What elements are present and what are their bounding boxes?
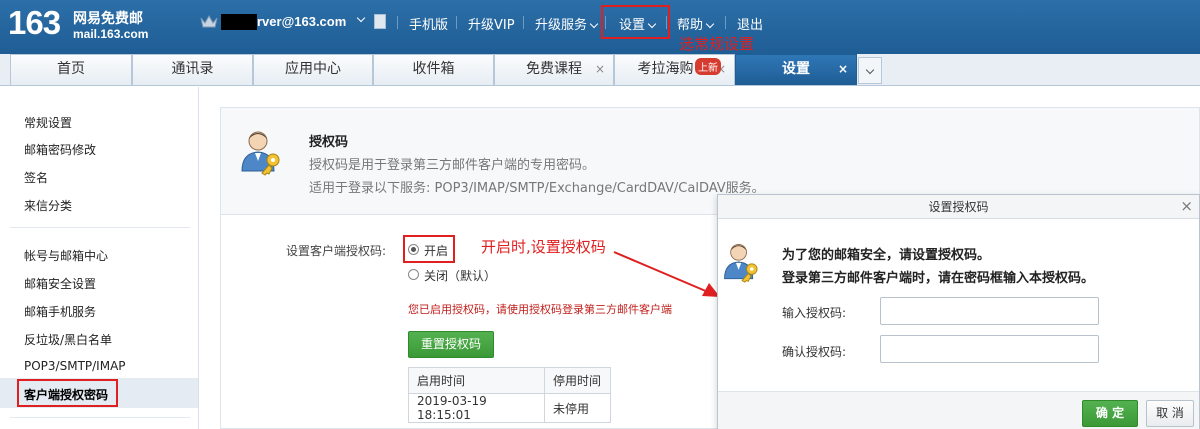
set-auth-code-dialog: 设置授权码 × 为了您的邮箱安全，请设置授权码。 登录第三方邮件客户端时，请在密… [717,194,1200,429]
section-services: 适用于登录以下服务: POP3/IMAP/SMTP/Exchange/CardD… [309,181,765,196]
sidebar-item-pop3[interactable]: POP3/SMTP/IMAP [24,359,126,373]
auth-history-table: 启用时间 停用时间 2019-03-19 18:15:01 未停用 [408,367,611,423]
sidebar-item-mail-filter[interactable]: 来信分类 [24,197,72,214]
table-row: 2019-03-19 18:15:01 未停用 [408,393,611,423]
table-cell: 未停用 [544,393,611,423]
tab-label: 免费课程 [526,61,582,77]
tab-contacts[interactable]: 通讯录 [132,54,253,85]
tab-label: 应用中心 [285,61,341,77]
radio-disable[interactable] [408,269,419,280]
sidebar-item-signature[interactable]: 签名 [24,169,48,186]
user-key-icon [241,131,280,176]
logo-name[interactable]: 网易免费邮 [73,8,143,28]
sidebar-item-phone-service[interactable]: 邮箱手机服务 [24,303,96,320]
enable-highlight-box [403,235,455,263]
nav-help[interactable]: 帮助 [677,14,715,33]
nav-upgrade-service[interactable]: 升级服务 [535,14,599,33]
sidebar-item-security[interactable]: 邮箱安全设置 [24,275,96,292]
crown-icon[interactable] [200,14,218,30]
section-description: 授权码是用于登录第三方邮件客户端的专用密码。 [309,158,596,173]
column-enabled-time: 启用时间 [408,367,545,394]
close-icon[interactable]: × [595,55,605,84]
confirm-auth-code-label: 确认授权码: [782,345,847,359]
sidebar-divider [10,417,190,418]
radio-disable-label[interactable]: 关闭（默认） [424,267,496,284]
settings-highlight-box [601,5,670,39]
tab-label: 收件箱 [412,61,455,77]
user-key-icon [724,243,758,283]
nav-divider [725,16,726,29]
enabled-warning: 您已启用授权码，请使用授权码登录第三方邮件客户端 [408,303,672,316]
input-auth-code-label: 输入授权码: [782,306,847,320]
tab-settings[interactable]: 设置 × [735,54,857,85]
nav-divider [397,16,398,29]
confirm-auth-code-input[interactable] [880,335,1099,363]
tab-label: 通讯录 [171,61,214,77]
auth-code-label: 设置客户端授权码: [286,244,387,258]
nav-upgrade-service-label: 升级服务 [535,18,588,33]
sidebar-item-password[interactable]: 邮箱密码修改 [24,141,96,158]
tab-label: 设置 [782,61,810,77]
new-badge: 上新 [695,58,721,75]
close-icon[interactable]: × [1180,195,1193,217]
chevron-down-icon [865,65,875,75]
logo-domain[interactable]: mail.163.com [73,27,148,41]
top-header: 163 网易免费邮 mail.163.com rver@163.com 手机版 … [0,0,1200,54]
chevron-down-icon [589,19,599,29]
enable-annotation: 开启时,设置授权码 [481,238,606,256]
nav-divider [523,16,524,29]
cancel-button[interactable]: 取 消 [1146,400,1194,427]
settings-annotation: 选常规设置 [679,35,755,53]
section-title: 授权码 [309,135,349,150]
tab-app-center[interactable]: 应用中心 [253,54,373,85]
chevron-down-icon [705,19,715,29]
sidebar-item-account-center[interactable]: 帐号与邮箱中心 [24,247,108,264]
auth-code-input[interactable] [880,297,1099,325]
reset-auth-code-button[interactable]: 重置授权码 [408,331,494,358]
tab-home[interactable]: 首页 [10,54,132,85]
nav-logout[interactable]: 退出 [737,14,763,33]
tab-free-courses[interactable]: 免费课程 × [494,54,614,85]
close-icon[interactable]: × [838,55,848,84]
sidebar-divider [10,227,190,228]
dialog-message-2: 登录第三方邮件客户端时，请在密码框输入本授权码。 [782,271,1095,286]
table-cell: 2019-03-19 18:15:01 [408,393,545,423]
annotation-arrow-icon [613,251,720,297]
sidebar-item-general[interactable]: 常规设置 [24,114,72,131]
chevron-down-icon[interactable] [356,13,366,23]
tab-bar: 首页 通讯录 应用中心 收件箱 免费课程 × 考拉海购 × 设置 × [0,54,1200,86]
confirm-button[interactable]: 确 定 [1082,400,1138,427]
logo-number[interactable]: 163 [8,4,61,42]
table-header-row: 启用时间 停用时间 [408,367,611,394]
tab-more-button[interactable] [858,57,882,84]
nav-upgrade-vip[interactable]: 升级VIP [468,14,515,33]
dialog-message-1: 为了您的邮箱安全，请设置授权码。 [782,248,991,263]
redacted-username [221,14,257,30]
user-email[interactable]: rver@163.com [257,14,346,29]
column-disabled-time: 停用时间 [544,367,611,394]
settings-sidebar: 常规设置 邮箱密码修改 签名 来信分类 帐号与邮箱中心 邮箱安全设置 邮箱手机服… [0,87,199,429]
nav-mobile[interactable]: 手机版 [409,14,448,33]
tab-label: 考拉海购 [637,61,694,77]
document-icon[interactable] [374,14,386,29]
nav-help-label: 帮助 [677,18,704,33]
tab-inbox[interactable]: 收件箱 [373,54,494,85]
nav-divider [456,16,457,29]
dialog-title: 设置授权码 [718,195,1199,219]
tab-label: 首页 [57,61,85,77]
sidebar-highlight-box [17,379,118,407]
sidebar-item-antispam[interactable]: 反垃圾/黑白名单 [24,331,112,348]
